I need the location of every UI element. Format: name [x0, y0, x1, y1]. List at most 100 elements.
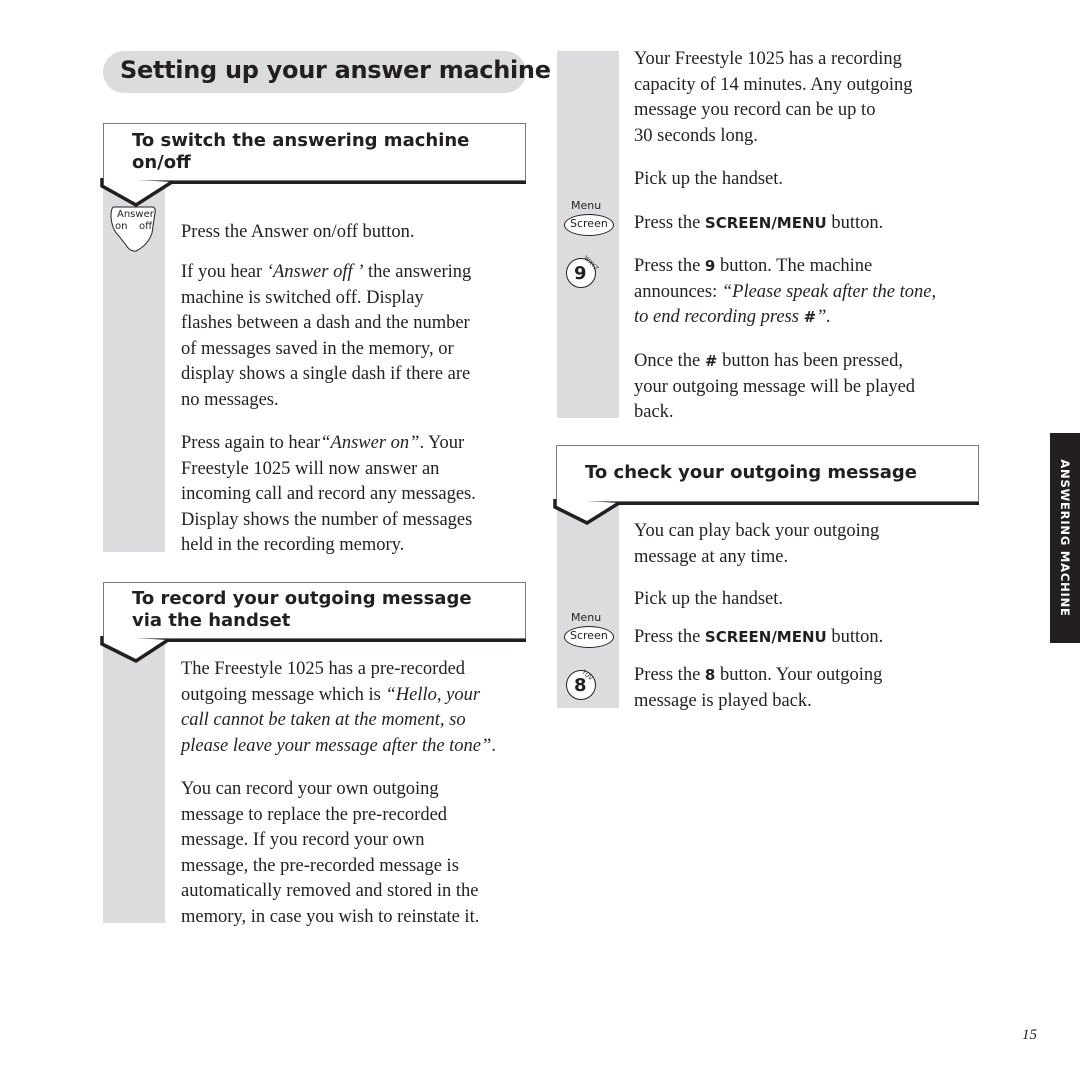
step-text: Press the Answer on/off button. [181, 222, 415, 242]
step-press-8: Press the 8 button. Your outgoing messag… [634, 663, 882, 714]
text: button has been pressed, [717, 351, 903, 371]
paragraph-hash-pressed: Once the # button has been pressed, your… [634, 349, 915, 426]
icon-label: Screen [570, 217, 608, 230]
quote: ‘Answer off ’ [266, 262, 364, 282]
key-name: SCREEN/MENU [704, 214, 827, 232]
text: outgoing message which is [181, 684, 386, 705]
icon-label: Answer [117, 209, 154, 220]
paragraph-capacity: Your Freestyle 1025 has a recording capa… [634, 47, 913, 149]
text-line: incoming call and record any messages. [181, 484, 476, 504]
text-line: message you record can be up to [634, 100, 876, 120]
heading-line: on/off [132, 152, 191, 173]
paragraph-answer-off: If you hear ‘Answer off ’ the answering … [181, 260, 471, 413]
text: Press the [634, 665, 705, 685]
icon-label: Menu [571, 611, 602, 624]
section-heading-check: To check your outgoing message [553, 445, 979, 526]
key-name: # [704, 352, 718, 370]
section-heading-switch: To switch the answering machine on/off [100, 123, 526, 208]
step-text: Pick up the handset. [634, 589, 784, 609]
text-line: Display shows the number of messages [181, 509, 473, 530]
heading-line: To record your outgoing message [132, 588, 472, 609]
key-name: # [803, 308, 817, 326]
text-line: back. [634, 402, 674, 422]
key-9-icon: 9 WXYZ [566, 255, 600, 288]
section-heading-record: To record your outgoing message via the … [100, 582, 526, 664]
text-line: message to replace the pre-recorded [181, 804, 448, 825]
text-line: flashes between a dash and the number [181, 313, 470, 333]
icon-label: Screen [570, 629, 608, 642]
icon-label: off [139, 221, 153, 232]
text: Press the [634, 256, 705, 276]
section-sidebar-strip [103, 640, 165, 923]
text-line: Your Freestyle 1025 has a recording [634, 49, 902, 69]
key-8-icon: 8 TUV [566, 669, 596, 700]
icon-label: Menu [571, 199, 602, 212]
text: Once the [634, 351, 705, 371]
text: button. Your outgoing [715, 665, 883, 685]
paragraph-answer-on: Press again to hear“Answer on”. Your Fre… [181, 431, 476, 559]
step-text: Press the SCREEN/MENU button. [634, 211, 883, 237]
heading-pointer [100, 178, 173, 208]
key-name: 9 [704, 257, 716, 275]
text-line: your outgoing message will be played [634, 376, 916, 397]
text: button. [826, 213, 884, 233]
text-line: message is played back. [634, 690, 812, 711]
text: Press again to hear [181, 433, 321, 453]
heading-pointer [553, 499, 620, 526]
text-line: message at any time. [634, 546, 789, 567]
text-line: You can record your own outgoing [181, 779, 439, 799]
step-text: Pick up the handset. [634, 169, 784, 189]
text: announces: [634, 281, 722, 302]
text-line: of messages saved in the memory, or [181, 338, 454, 359]
quote: ”. [816, 307, 832, 327]
step-press-9: Press the 9 button. The machine announce… [634, 254, 936, 331]
text-line: Freestyle 1025 will now answer an [181, 458, 440, 479]
quote: “Please speak after the tone, [721, 281, 937, 302]
page-title-banner: Setting up your answer machine [103, 51, 551, 93]
screen-menu-button-icon: Menu Screen [564, 199, 616, 239]
heading-pointer [100, 636, 169, 664]
chapter-side-tab-label: ANSWERING MACHINE [1058, 459, 1072, 617]
quote: please leave your message after the tone… [181, 735, 492, 756]
quote: “Answer on” [320, 433, 420, 453]
text: If you hear [181, 262, 267, 282]
text-line: capacity of 14 minutes. Any outgoing [634, 74, 913, 95]
paragraph-prerecorded: The Freestyle 1025 has a pre-recorded ou… [181, 657, 496, 759]
key-name: 8 [704, 666, 716, 684]
text-line: message, the pre-recorded message is [181, 855, 459, 876]
heading-line: To switch the answering machine [132, 130, 470, 151]
text: button. The machine [715, 256, 873, 276]
text-line: display shows a single dash if there are [181, 364, 471, 384]
paragraph-own-message: You can record your own outgoing message… [181, 777, 479, 930]
text: button. [826, 627, 884, 647]
text-line: held in the recording memory. [181, 535, 405, 555]
text: the answering [363, 262, 472, 282]
step-text: Press the SCREEN/MENU button. [634, 625, 883, 651]
text-line: You can play back your outgoing [634, 521, 880, 541]
page-title: Setting up your answer machine [120, 56, 551, 84]
text-line: 30 seconds long. [634, 125, 758, 146]
paragraph-play-back: You can play back your outgoing message … [634, 519, 879, 570]
text: Press the [634, 627, 705, 647]
text-line: The Freestyle 1025 has a pre-recorded [181, 659, 466, 679]
text-line: machine is switched off. Display [181, 287, 424, 308]
quote: to end recording press [634, 307, 804, 327]
text-line: message. If you record your own [181, 830, 425, 850]
chapter-side-tab: ANSWERING MACHINE [1050, 433, 1080, 643]
quote: call cannot be taken at the moment, so [181, 710, 466, 730]
key-name: SCREEN/MENU [704, 628, 827, 646]
page-number: 15 [1022, 1027, 1037, 1043]
text: . Your [419, 433, 465, 453]
icon-label: on [115, 221, 128, 232]
key-digit: 9 [574, 263, 587, 284]
heading-line: via the handset [132, 610, 291, 631]
text-line: no messages. [181, 389, 279, 410]
text-line: memory, in case you wish to reinstate it… [181, 906, 480, 927]
answer-on-off-button-icon: Answer on off [108, 205, 158, 253]
text-line: automatically removed and stored in the [181, 881, 479, 901]
heading-line: To check your outgoing message [585, 462, 917, 483]
quote: “Hello, your [385, 684, 481, 705]
screen-menu-button-icon: Menu Screen [564, 611, 616, 651]
text: . [491, 735, 496, 756]
text: Press the [634, 213, 705, 233]
